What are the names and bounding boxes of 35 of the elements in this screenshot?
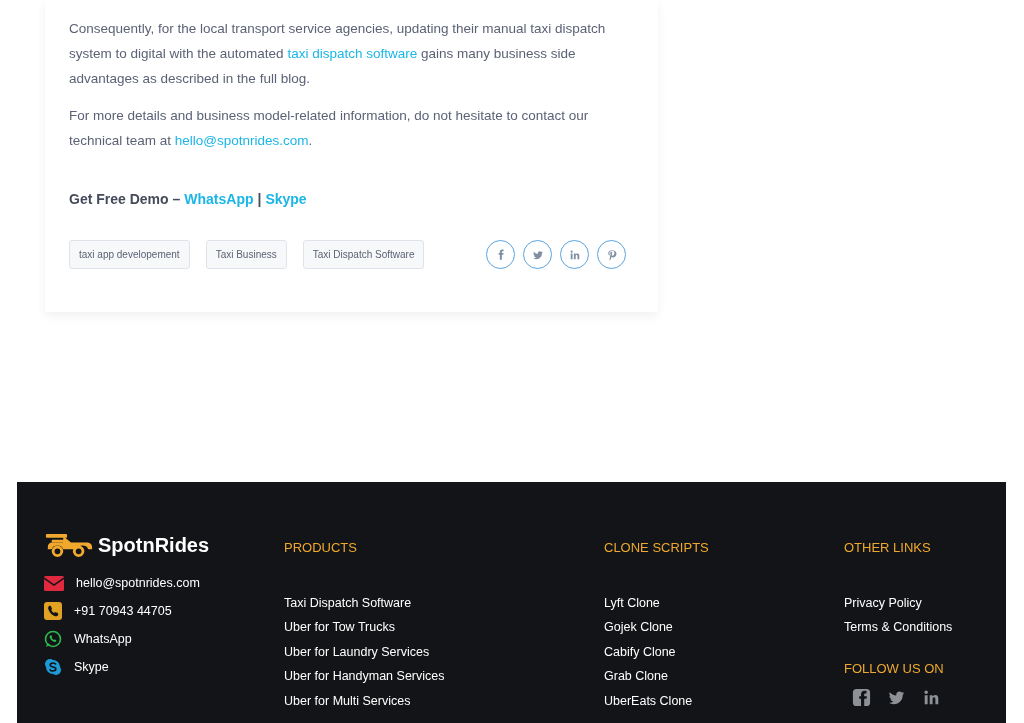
facebook-icon[interactable] (852, 688, 871, 707)
footer-link[interactable]: Taxi Dispatch Software (284, 590, 604, 615)
truck-logo-icon (44, 531, 94, 559)
column-heading: CLONE SCRIPTS (604, 539, 710, 557)
tag-chip[interactable]: taxi app developement (69, 240, 190, 269)
tag-chip[interactable]: Taxi Dispatch Software (302, 240, 425, 269)
skype-icon (44, 658, 64, 677)
footer-link[interactable]: Uber for Multi Services (284, 688, 604, 713)
demo-label: Get Free Demo – (69, 190, 181, 209)
paragraph: Consequently, for the local transport service agencies, updating their manual taxi dispatch system to digital with the automated taxi dispatch software gains many business side advantages as described in the full blog. (69, 20, 607, 88)
mail-icon (44, 574, 64, 593)
footer-link[interactable]: Gojek Clone (604, 615, 844, 640)
whatsapp-icon (44, 630, 64, 649)
contact-link[interactable]: +91 70943 44705 (74, 602, 172, 621)
separator: | (257, 190, 262, 209)
column-heading: OTHER LINKS (844, 539, 932, 557)
linkedin-icon[interactable] (922, 688, 941, 707)
paragraph: For more details and business model-related information, do not hesitate to contact our technical team at hello@spotnrides.com. (69, 107, 590, 150)
phone-icon (44, 602, 64, 621)
footer-link[interactable]: Terms & Conditions (844, 615, 953, 640)
footer-link[interactable]: Privacy Policy (844, 590, 953, 615)
footer-link[interactable]: Grab Clone (604, 664, 844, 689)
footer-link[interactable]: UberEats Clone (604, 688, 844, 713)
footer-link[interactable]: Lyft Clone (604, 590, 844, 615)
footer-link[interactable]: Cabify Clone (604, 639, 844, 664)
brand-name: SpotnRides (98, 533, 210, 558)
contact-link[interactable]: WhatsApp (74, 630, 132, 649)
column-heading: FOLLOW US ON (844, 659, 945, 678)
contact-link[interactable]: Skype (74, 658, 109, 677)
contact-link[interactable]: hello@spotnrides.com (76, 574, 200, 593)
footer-link[interactable]: Uber for Tow Trucks (284, 615, 604, 640)
tag-chip[interactable]: Taxi Business (205, 240, 287, 269)
column-heading: PRODUCTS (284, 539, 358, 557)
footer-link[interactable]: Uber for Laundry Services (284, 639, 604, 664)
footer-link[interactable]: Uber for Handyman Services (284, 664, 604, 689)
